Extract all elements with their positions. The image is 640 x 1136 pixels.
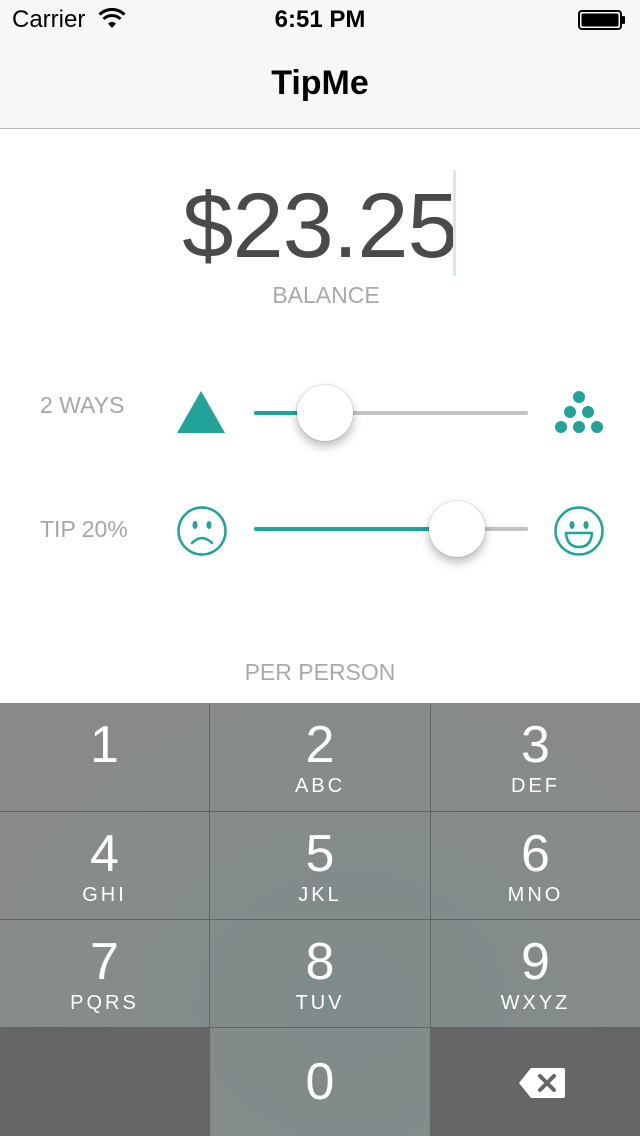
- key-digit: 6: [521, 825, 550, 883]
- key-4[interactable]: 4 GHI: [0, 812, 210, 920]
- status-bar: Carrier 6:51 PM: [0, 0, 640, 40]
- navigation-bar: TipMe: [0, 40, 640, 129]
- numeric-keypad: 1 2 ABC 3 DEF 4 GHI 5 JKL 6 MNO 7 PQRS 8…: [0, 703, 640, 1136]
- key-letters: PQRS: [70, 992, 139, 1014]
- key-letters: GHI: [82, 884, 127, 906]
- key-digit: 5: [305, 825, 335, 883]
- triangle-icon: [177, 391, 225, 433]
- tip-label: TIP 20%: [40, 516, 128, 542]
- tip-slider-thumb[interactable]: [428, 501, 485, 557]
- key-8[interactable]: 8 TUV: [210, 920, 431, 1028]
- balance-label: BALANCE: [272, 282, 380, 308]
- key-digit: 2: [305, 716, 335, 774]
- split-slider[interactable]: [254, 385, 528, 441]
- key-letters: TUV: [295, 992, 345, 1014]
- battery-icon: [578, 10, 625, 30]
- key-1[interactable]: 1: [0, 703, 210, 812]
- key-blank: [0, 1028, 210, 1136]
- text-caret: [453, 170, 456, 276]
- key-digit: 9: [521, 933, 550, 991]
- split-slider-thumb[interactable]: [297, 385, 354, 441]
- happy-face-icon[interactable]: [553, 505, 605, 557]
- tip-slider[interactable]: [254, 501, 528, 557]
- key-digit: 3: [521, 716, 550, 774]
- per-person-label: PER PERSON: [244, 659, 396, 685]
- tip-slider-fill: [254, 527, 457, 531]
- key-digit: 4: [90, 825, 119, 883]
- key-letters: WXYZ: [500, 992, 571, 1014]
- key-3[interactable]: 3 DEF: [431, 703, 640, 812]
- sad-face-icon[interactable]: [176, 505, 228, 557]
- key-digit: 7: [90, 933, 119, 991]
- status-time: 6:51 PM: [274, 6, 366, 33]
- key-6[interactable]: 6 MNO: [431, 812, 640, 920]
- key-digit: 8: [305, 933, 335, 991]
- key-9[interactable]: 9 WXYZ: [431, 920, 640, 1028]
- key-letters: MNO: [507, 884, 564, 906]
- delete-key[interactable]: [431, 1028, 640, 1136]
- key-2[interactable]: 2 ABC: [210, 703, 431, 812]
- key-0[interactable]: 0: [210, 1028, 431, 1136]
- backspace-icon: [519, 1068, 565, 1098]
- key-letters: DEF: [511, 775, 560, 797]
- page-title: TipMe: [271, 64, 369, 102]
- key-digit: 0: [305, 1053, 335, 1111]
- people-dots-icon[interactable]: [552, 390, 606, 436]
- key-digit: 1: [90, 716, 119, 774]
- key-letters: JKL: [298, 884, 342, 906]
- key-5[interactable]: 5 JKL: [210, 812, 431, 920]
- key-letters: ABC: [294, 775, 346, 797]
- key-7[interactable]: 7 PQRS: [0, 920, 210, 1028]
- split-label: 2 WAYS: [40, 392, 125, 418]
- balance-amount-input[interactable]: $23.25: [0, 174, 640, 279]
